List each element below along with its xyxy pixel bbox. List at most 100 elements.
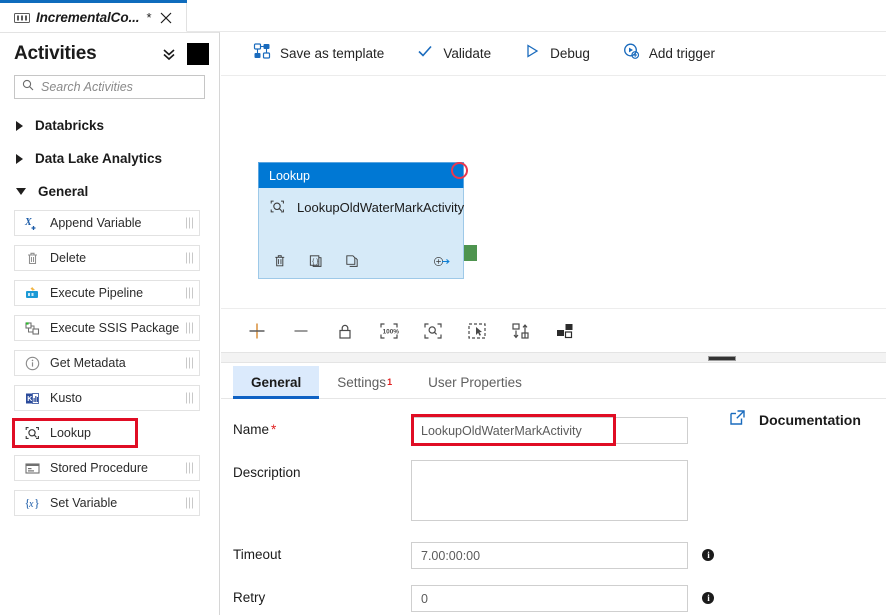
activity-item-append-variable[interactable]: X Append Variable (14, 210, 200, 236)
field-control-name (411, 417, 688, 444)
activity-item-execute-pipeline[interactable]: Execute Pipeline (14, 280, 200, 306)
add-trigger-button[interactable]: Add trigger (606, 32, 731, 76)
node-header: Lookup (258, 162, 464, 188)
command-label: Debug (550, 46, 590, 61)
activity-item-lookup[interactable]: Lookup (14, 420, 136, 446)
top-bar: IncrementalCo... * (0, 0, 886, 32)
drag-handle[interactable] (186, 218, 193, 229)
drag-handle[interactable] (186, 463, 193, 474)
activity-item-execute-ssis-package[interactable]: Execute SSIS Package (14, 315, 200, 341)
general-properties-form: Documentation Name* Description (221, 399, 886, 615)
node-output-handle[interactable] (464, 245, 477, 261)
sidebar-group-label: General (38, 184, 88, 199)
activity-item-delete[interactable]: Delete (14, 245, 200, 271)
retry-input[interactable] (411, 585, 688, 612)
field-control-timeout: i (411, 542, 714, 569)
svg-text:K: K (27, 396, 32, 403)
chevron-right-icon (16, 154, 23, 164)
clone-icon[interactable] (343, 252, 361, 270)
drag-handle[interactable] (186, 323, 193, 334)
info-icon[interactable]: i (702, 592, 714, 604)
drag-handle[interactable] (186, 393, 193, 404)
field-control-description (411, 460, 688, 526)
sidebar-group-databricks[interactable]: Databricks (0, 109, 219, 142)
timeout-input[interactable] (411, 542, 688, 569)
name-input[interactable] (411, 417, 688, 444)
activity-item-get-metadata[interactable]: Get Metadata (14, 350, 200, 376)
general-activities-list: X Append Variable Delete (0, 208, 219, 516)
sidebar-group-data-lake-analytics[interactable]: Data Lake Analytics (0, 142, 219, 175)
info-circle-icon (24, 355, 41, 372)
activities-header: Activities (0, 33, 219, 75)
activity-node-lookup[interactable]: Lookup LookupOldWaterMarkActivity (258, 162, 464, 279)
debug-button[interactable]: Debug (507, 32, 606, 76)
command-label: Add trigger (649, 46, 715, 61)
field-label-description: Description (233, 460, 411, 480)
close-icon[interactable] (160, 11, 172, 23)
top-bar-filler (187, 0, 886, 32)
stored-procedure-icon (24, 460, 41, 477)
zoom-in-icon[interactable] (235, 309, 279, 353)
panel-placeholder-square (187, 43, 209, 65)
append-variable-icon: X (24, 215, 41, 232)
lookup-icon (269, 198, 286, 215)
canvas-zoom-toolbar: 100% (221, 308, 886, 352)
document-tab[interactable]: IncrementalCo... * (0, 3, 187, 32)
activity-label: Get Metadata (50, 356, 126, 370)
node-header-label: Lookup (269, 169, 310, 183)
documentation-link-label: Documentation (759, 412, 861, 428)
activities-sidebar: Activities (0, 32, 220, 615)
zoom-to-fit-icon[interactable] (411, 309, 455, 353)
svg-text:{ }: { } (312, 258, 319, 265)
activity-item-stored-procedure[interactable]: Stored Procedure (14, 455, 200, 481)
pipeline-canvas[interactable]: Lookup LookupOldWaterMarkActivity (221, 76, 886, 308)
documentation-link[interactable]: Documentation (729, 409, 861, 431)
drag-handle[interactable] (186, 498, 193, 509)
ssis-package-icon (24, 320, 41, 337)
command-label: Validate (443, 46, 491, 61)
node-action-bar: { } (259, 242, 463, 270)
tab-label: General (251, 375, 301, 390)
activity-item-set-variable[interactable]: { x } Set Variable (14, 490, 200, 516)
label-text: Description (233, 465, 301, 480)
auto-align-icon[interactable] (499, 309, 543, 353)
command-label: Save as template (280, 46, 384, 61)
set-variable-icon: { x } (24, 495, 41, 512)
play-triangle-icon (523, 42, 541, 65)
lock-icon[interactable] (323, 309, 367, 353)
sidebar-group-general[interactable]: General (0, 175, 219, 208)
panel-splitter[interactable] (221, 352, 886, 363)
drag-handle[interactable] (186, 253, 193, 264)
search-box[interactable] (14, 75, 205, 99)
description-input[interactable] (411, 460, 688, 521)
chevron-down-icon (16, 188, 26, 195)
add-output-icon[interactable] (433, 252, 451, 270)
svg-text:X: X (24, 217, 32, 228)
kusto-icon: K (24, 390, 41, 407)
drag-handle[interactable] (186, 358, 193, 369)
splitter-drag-handle[interactable] (708, 356, 736, 361)
field-label-timeout: Timeout (233, 542, 411, 562)
validate-button[interactable]: Validate (400, 32, 507, 76)
save-as-template-button[interactable]: Save as template (237, 32, 400, 76)
layout-icon[interactable] (543, 309, 587, 353)
drag-handle[interactable] (186, 288, 193, 299)
delete-icon[interactable] (271, 252, 289, 270)
zoom-100-icon[interactable]: 100% (367, 309, 411, 353)
search-input[interactable] (41, 80, 197, 94)
search-container (0, 75, 219, 99)
checkmark-icon (416, 42, 434, 65)
tab-user-properties[interactable]: User Properties (410, 366, 540, 398)
tab-settings[interactable]: Settings1 (319, 366, 410, 398)
activity-item-kusto[interactable]: K Kusto (14, 385, 200, 411)
add-trigger-icon (622, 42, 640, 65)
label-text: Name (233, 422, 269, 437)
pipeline-icon (14, 11, 30, 23)
zoom-out-icon[interactable] (279, 309, 323, 353)
tab-general[interactable]: General (233, 366, 319, 398)
chevron-double-down-icon[interactable] (161, 46, 177, 62)
info-icon[interactable]: i (702, 549, 714, 561)
selection-tool-icon[interactable] (455, 309, 499, 353)
code-braces-icon[interactable]: { } (307, 252, 325, 270)
tab-label: Settings (337, 375, 386, 390)
